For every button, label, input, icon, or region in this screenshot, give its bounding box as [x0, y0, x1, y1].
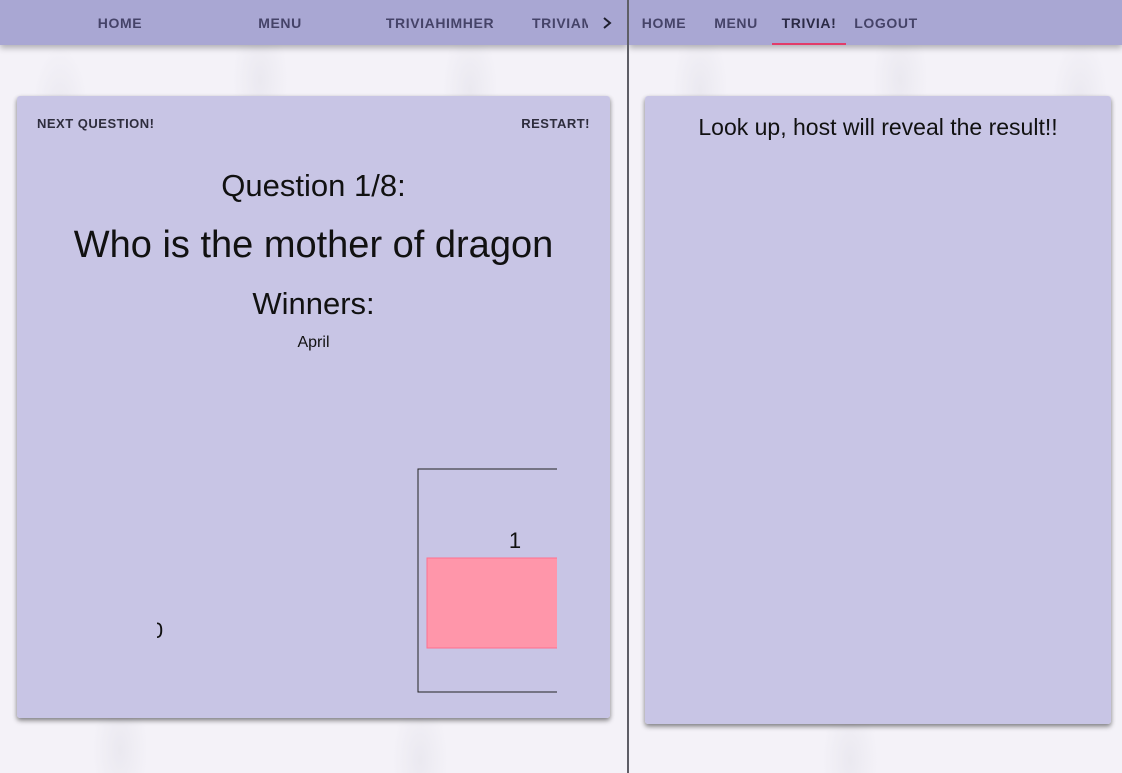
chevron-right-icon	[603, 16, 612, 29]
tab-triviam-label: TRIVIAM	[532, 14, 588, 31]
restart-button[interactable]: RESTART!	[521, 116, 590, 131]
host-navbar: HOME MENU TRIVIAHIMHER TRIVIAM	[0, 0, 627, 45]
question-counter: Question 1/8:	[221, 168, 406, 203]
answer-bar	[426, 557, 604, 649]
tab-home[interactable]: HOME	[637, 0, 691, 45]
player-navbar: HOME MENU TRIVIA! LOGOUT	[629, 0, 1122, 45]
tab-home-label: HOME	[641, 14, 687, 31]
host-pane: HOME MENU TRIVIAHIMHER TRIVIAM NEXT QUES…	[0, 0, 627, 773]
reveal-message: Look up, host will reveal the result!!	[698, 114, 1058, 140]
tab-menu[interactable]: MENU	[709, 0, 763, 45]
tab-home-label: HOME	[97, 14, 143, 31]
answer-count-label: 1	[509, 528, 521, 553]
player-pane: HOME MENU TRIVIA! LOGOUT Look up, host w…	[629, 0, 1122, 773]
player-card: Look up, host will reveal the result!!	[645, 96, 1111, 724]
next-question-button[interactable]: NEXT QUESTION!	[37, 116, 155, 131]
tab-menu-label: MENU	[258, 14, 302, 31]
tab-trivia[interactable]: TRIVIA!	[772, 0, 846, 45]
tab-logout-label: LOGOUT	[854, 14, 918, 31]
tab-menu[interactable]: MENU	[220, 0, 340, 45]
tab-triviahimher[interactable]: TRIVIAHIMHER	[380, 0, 500, 45]
answer-chart-svg: 01	[151, 468, 613, 693]
nav-scroll-right-button[interactable]	[590, 0, 624, 45]
tab-trivia-label: TRIVIA!	[781, 14, 837, 31]
tab-menu-label: MENU	[714, 14, 758, 31]
tab-triviam[interactable]: TRIVIAM	[532, 0, 588, 45]
winners-title: Winners:	[252, 286, 375, 321]
question-text: Who is the mother of dragon	[73, 224, 554, 266]
question-card: NEXT QUESTION! RESTART! Question 1/8: Wh…	[17, 96, 613, 718]
answer-chart: 01	[151, 468, 613, 694]
tab-logout[interactable]: LOGOUT	[854, 0, 918, 45]
answer-count-label: 0	[157, 618, 163, 643]
tab-home[interactable]: HOME	[60, 0, 180, 45]
active-tab-indicator	[772, 43, 846, 45]
tab-triviahimher-label: TRIVIAHIMHER	[385, 14, 495, 31]
winner-name: April	[297, 334, 330, 351]
